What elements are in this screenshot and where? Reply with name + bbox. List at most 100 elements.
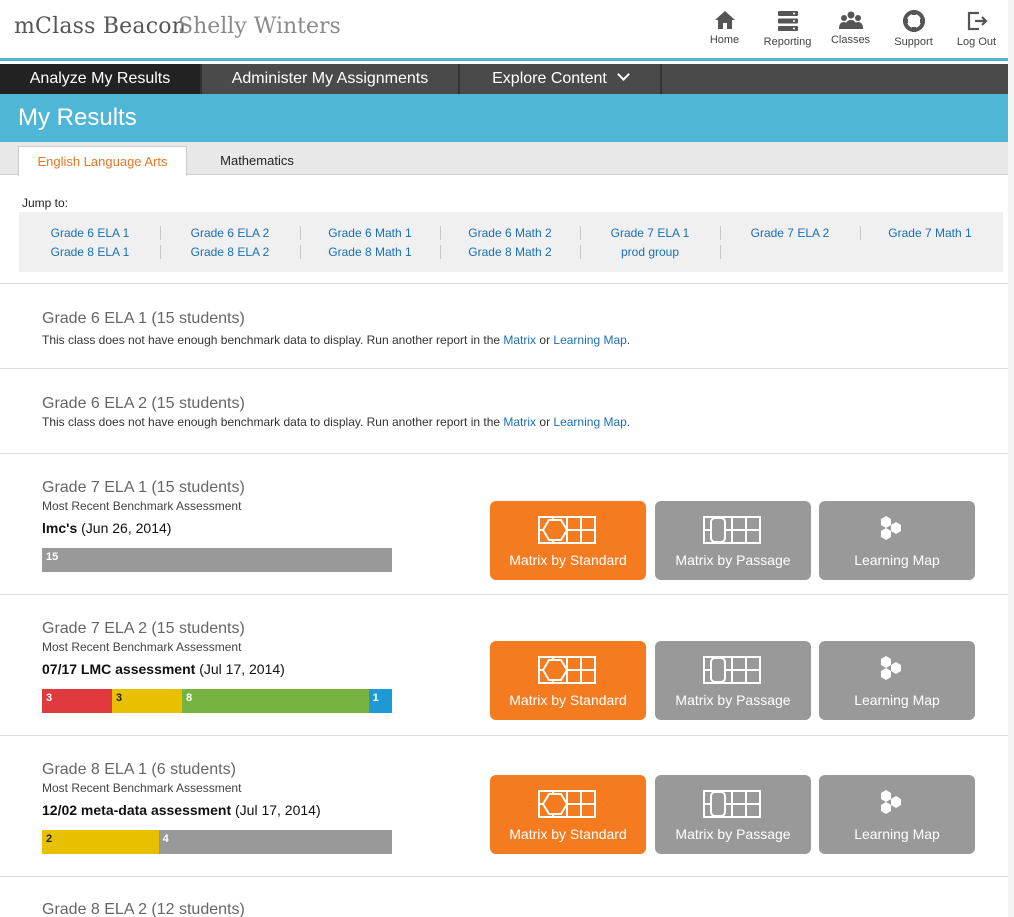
button-label: Learning Map (854, 826, 940, 842)
jump-link[interactable]: Grade 6 Math 1 (300, 226, 440, 240)
chevron-down-icon (616, 68, 630, 81)
tab-mathematics[interactable]: Mathematics (197, 146, 317, 176)
separator (440, 245, 441, 259)
brand-logo[interactable]: mClass Beacon (14, 14, 186, 39)
nav-logout[interactable]: Log Out (945, 10, 1008, 48)
matrix-by-standard-button[interactable]: Matrix by Standard (490, 775, 646, 854)
jump-link[interactable]: Grade 8 Math 1 (300, 245, 440, 259)
button-label: Matrix by Standard (509, 692, 627, 708)
bar-segment: 4 (158, 830, 392, 854)
app-root: mClass Beacon Shelly Winters Home Report… (0, 0, 1014, 917)
bar-segment: 8 (182, 689, 369, 713)
period-text: . (626, 415, 631, 429)
class-title: Grade 8 ELA 1 (6 students) (42, 761, 236, 778)
user-name: Shelly Winters (178, 14, 341, 39)
matrix-link[interactable]: Matrix (503, 333, 536, 347)
nav-reporting[interactable]: Reporting (756, 10, 819, 48)
subject-tabs: English Language Arts Mathematics (0, 142, 1008, 176)
reporting-icon (777, 11, 798, 31)
learning-map-button[interactable]: Learning Map (819, 641, 975, 720)
jump-link[interactable]: Grade 8 ELA 2 (160, 245, 300, 259)
button-label: Matrix by Standard (509, 552, 627, 568)
learning-map-button[interactable]: Learning Map (819, 501, 975, 580)
tab-explore-content[interactable]: Explore Content (460, 64, 662, 94)
assessment-name: lmc's (Jun 26, 2014) (42, 520, 171, 536)
separator (720, 245, 721, 259)
tab-analyze-label: Analyze My Results (29, 70, 171, 87)
button-label: Learning Map (854, 692, 940, 708)
separator (160, 226, 161, 240)
section-divider (0, 283, 1008, 284)
no-data-message: This class does not have enough benchmar… (42, 333, 630, 347)
matrix-by-passage-button[interactable]: Matrix by Passage (655, 641, 811, 720)
jump-to-box: Grade 6 ELA 1 Grade 6 ELA 2 Grade 6 Math… (19, 212, 1003, 272)
learning-map-link[interactable]: Learning Map (553, 333, 626, 347)
nav-classes[interactable]: Classes (819, 10, 882, 48)
nav-reporting-label: Reporting (763, 36, 812, 48)
button-label: Learning Map (854, 552, 940, 568)
bar-segment: 15 (42, 548, 392, 572)
tab-analyze-my-results[interactable]: Analyze My Results (0, 64, 202, 94)
performance-bar: 24 (42, 830, 392, 854)
matrix-standard-icon (538, 516, 596, 544)
assessment-title: lmc's (42, 520, 78, 536)
nav-home[interactable]: Home (693, 10, 756, 48)
performance-bar: 3381 (42, 689, 392, 713)
jump-link[interactable]: prod group (580, 245, 720, 259)
support-icon (902, 10, 925, 32)
nav-support[interactable]: Support (882, 10, 945, 48)
page-title-bar: My Results (0, 94, 1008, 142)
matrix-passage-icon (703, 516, 761, 544)
matrix-by-passage-button[interactable]: Matrix by Passage (655, 501, 811, 580)
jump-link[interactable]: Grade 6 ELA 2 (160, 226, 300, 240)
jump-link[interactable]: Grade 8 ELA 1 (20, 245, 160, 259)
or-text: or (536, 333, 554, 347)
matrix-by-standard-button[interactable]: Matrix by Standard (490, 501, 646, 580)
tab-administer-label: Administer My Assignments (231, 70, 429, 87)
section-divider (0, 876, 1008, 877)
separator (300, 245, 301, 259)
learning-map-button[interactable]: Learning Map (819, 775, 975, 854)
jump-to-label: Jump to: (22, 196, 69, 210)
bar-segment: 1 (368, 689, 392, 713)
button-label: Matrix by Passage (675, 552, 791, 568)
matrix-standard-icon (538, 656, 596, 684)
jump-link[interactable]: Grade 8 Math 2 (440, 245, 580, 259)
button-label: Matrix by Passage (675, 692, 791, 708)
scrollbar[interactable] (1008, 0, 1014, 917)
tab-english-language-arts[interactable]: English Language Arts (18, 146, 187, 176)
page-title: My Results (18, 104, 137, 131)
button-label: Matrix by Standard (509, 826, 627, 842)
period-text: . (626, 333, 631, 347)
tab-administer-my-assignments[interactable]: Administer My Assignments (202, 64, 460, 94)
main-nav: Analyze My Results Administer My Assignm… (0, 64, 1008, 94)
bar-segment: 3 (112, 689, 182, 713)
jump-link[interactable]: Grade 7 Math 1 (860, 226, 1000, 240)
nav-classes-label: Classes (830, 34, 871, 46)
separator (860, 226, 861, 240)
assessment-date: (Jul 17, 2014) (235, 802, 321, 818)
assessment-date: (Jul 17, 2014) (199, 661, 285, 677)
jump-link[interactable]: Grade 7 ELA 1 (580, 226, 720, 240)
section-divider (0, 735, 1008, 736)
separator (720, 226, 721, 240)
button-label: Matrix by Passage (675, 826, 791, 842)
matrix-by-passage-button[interactable]: Matrix by Passage (655, 775, 811, 854)
assessment-date: (Jun 26, 2014) (81, 520, 172, 536)
assessment-name: 12/02 meta-data assessment (Jul 17, 2014… (42, 802, 321, 818)
no-data-text: This class does not have enough benchmar… (42, 415, 504, 429)
bar-segment: 3 (42, 689, 112, 713)
jump-link[interactable]: Grade 7 ELA 2 (720, 226, 860, 240)
jump-link[interactable]: Grade 6 ELA 1 (20, 226, 160, 240)
learning-map-link[interactable]: Learning Map (553, 415, 626, 429)
performance-bar: 15 (42, 548, 392, 572)
jump-link[interactable]: Grade 6 Math 2 (440, 226, 580, 240)
separator (300, 226, 301, 240)
class-title: Grade 6 ELA 1 (15 students) (42, 310, 245, 327)
matrix-by-standard-button[interactable]: Matrix by Standard (490, 641, 646, 720)
matrix-link[interactable]: Matrix (503, 415, 536, 429)
separator (440, 226, 441, 240)
class-title: Grade 6 ELA 2 (15 students) (42, 395, 245, 412)
recent-assessment-label: Most Recent Benchmark Assessment (42, 781, 242, 795)
tab-math-label: Mathematics (220, 153, 294, 168)
